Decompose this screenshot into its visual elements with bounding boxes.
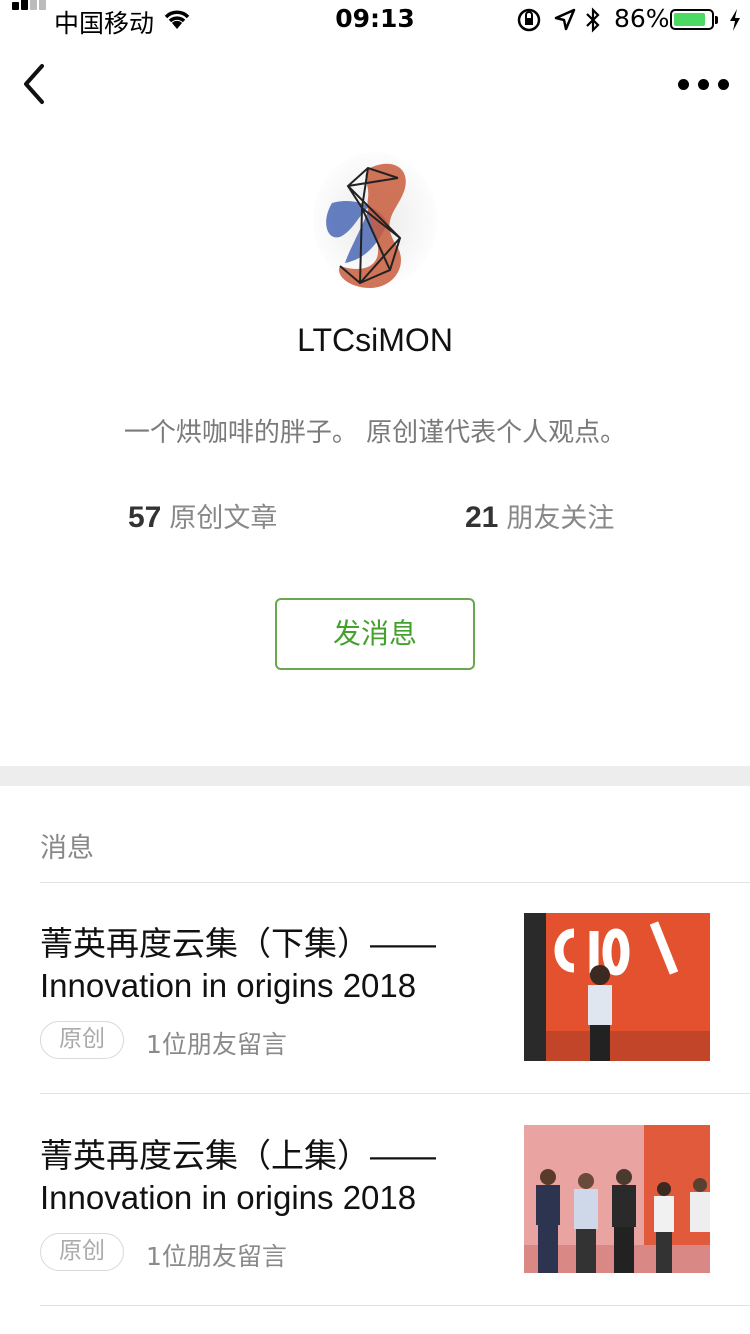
stat-label: 原创文章 <box>169 503 278 534</box>
article-item[interactable]: 菁英再度云集（上集）——Innovation in origins 2018 原… <box>0 1125 750 1315</box>
charging-icon <box>730 9 740 31</box>
article-title: 菁英再度云集（下集）——Innovation in origins 2018 <box>40 925 436 1004</box>
stat-number: 57 <box>128 501 162 534</box>
send-message-button[interactable]: 发消息 <box>275 598 475 670</box>
original-badge: 原创 <box>40 1233 124 1271</box>
article-thumbnail <box>524 1125 710 1273</box>
separator <box>40 1093 750 1094</box>
stat-friends-following[interactable]: 21 朋友关注 <box>465 496 614 535</box>
profile-name: LTCsiMON <box>297 322 453 358</box>
stat-original-articles[interactable]: 57 原创文章 <box>128 496 277 535</box>
comment-count: 1位朋友留言 <box>146 1242 287 1271</box>
article-item[interactable]: 菁英再度云集（下集）——Innovation in origins 2018 原… <box>0 913 750 1103</box>
bluetooth-icon <box>586 7 600 33</box>
comment-count: 1位朋友留言 <box>146 1030 287 1059</box>
back-chevron-icon[interactable] <box>18 62 62 106</box>
section-divider <box>0 766 750 786</box>
article-thumbnail <box>524 913 710 1061</box>
battery-percent: 86% <box>614 4 670 33</box>
location-icon <box>554 8 576 31</box>
separator <box>40 882 750 883</box>
original-badge: 原创 <box>40 1021 124 1059</box>
stat-number: 21 <box>465 501 499 534</box>
section-title: 消息 <box>40 833 94 864</box>
separator <box>40 1305 750 1306</box>
profile-bio: 一个烘咖啡的胖子。 原创谨代表个人观点。 <box>123 418 627 448</box>
battery-icon <box>670 9 718 30</box>
more-options-button[interactable] <box>672 68 734 100</box>
orientation-lock-icon <box>517 8 541 32</box>
status-bar: 中国移动 09:13 86% <box>0 0 750 40</box>
article-title: 菁英再度云集（上集）——Innovation in origins 2018 <box>40 1137 436 1216</box>
profile-avatar[interactable] <box>310 148 440 293</box>
stat-label: 朋友关注 <box>506 503 615 534</box>
